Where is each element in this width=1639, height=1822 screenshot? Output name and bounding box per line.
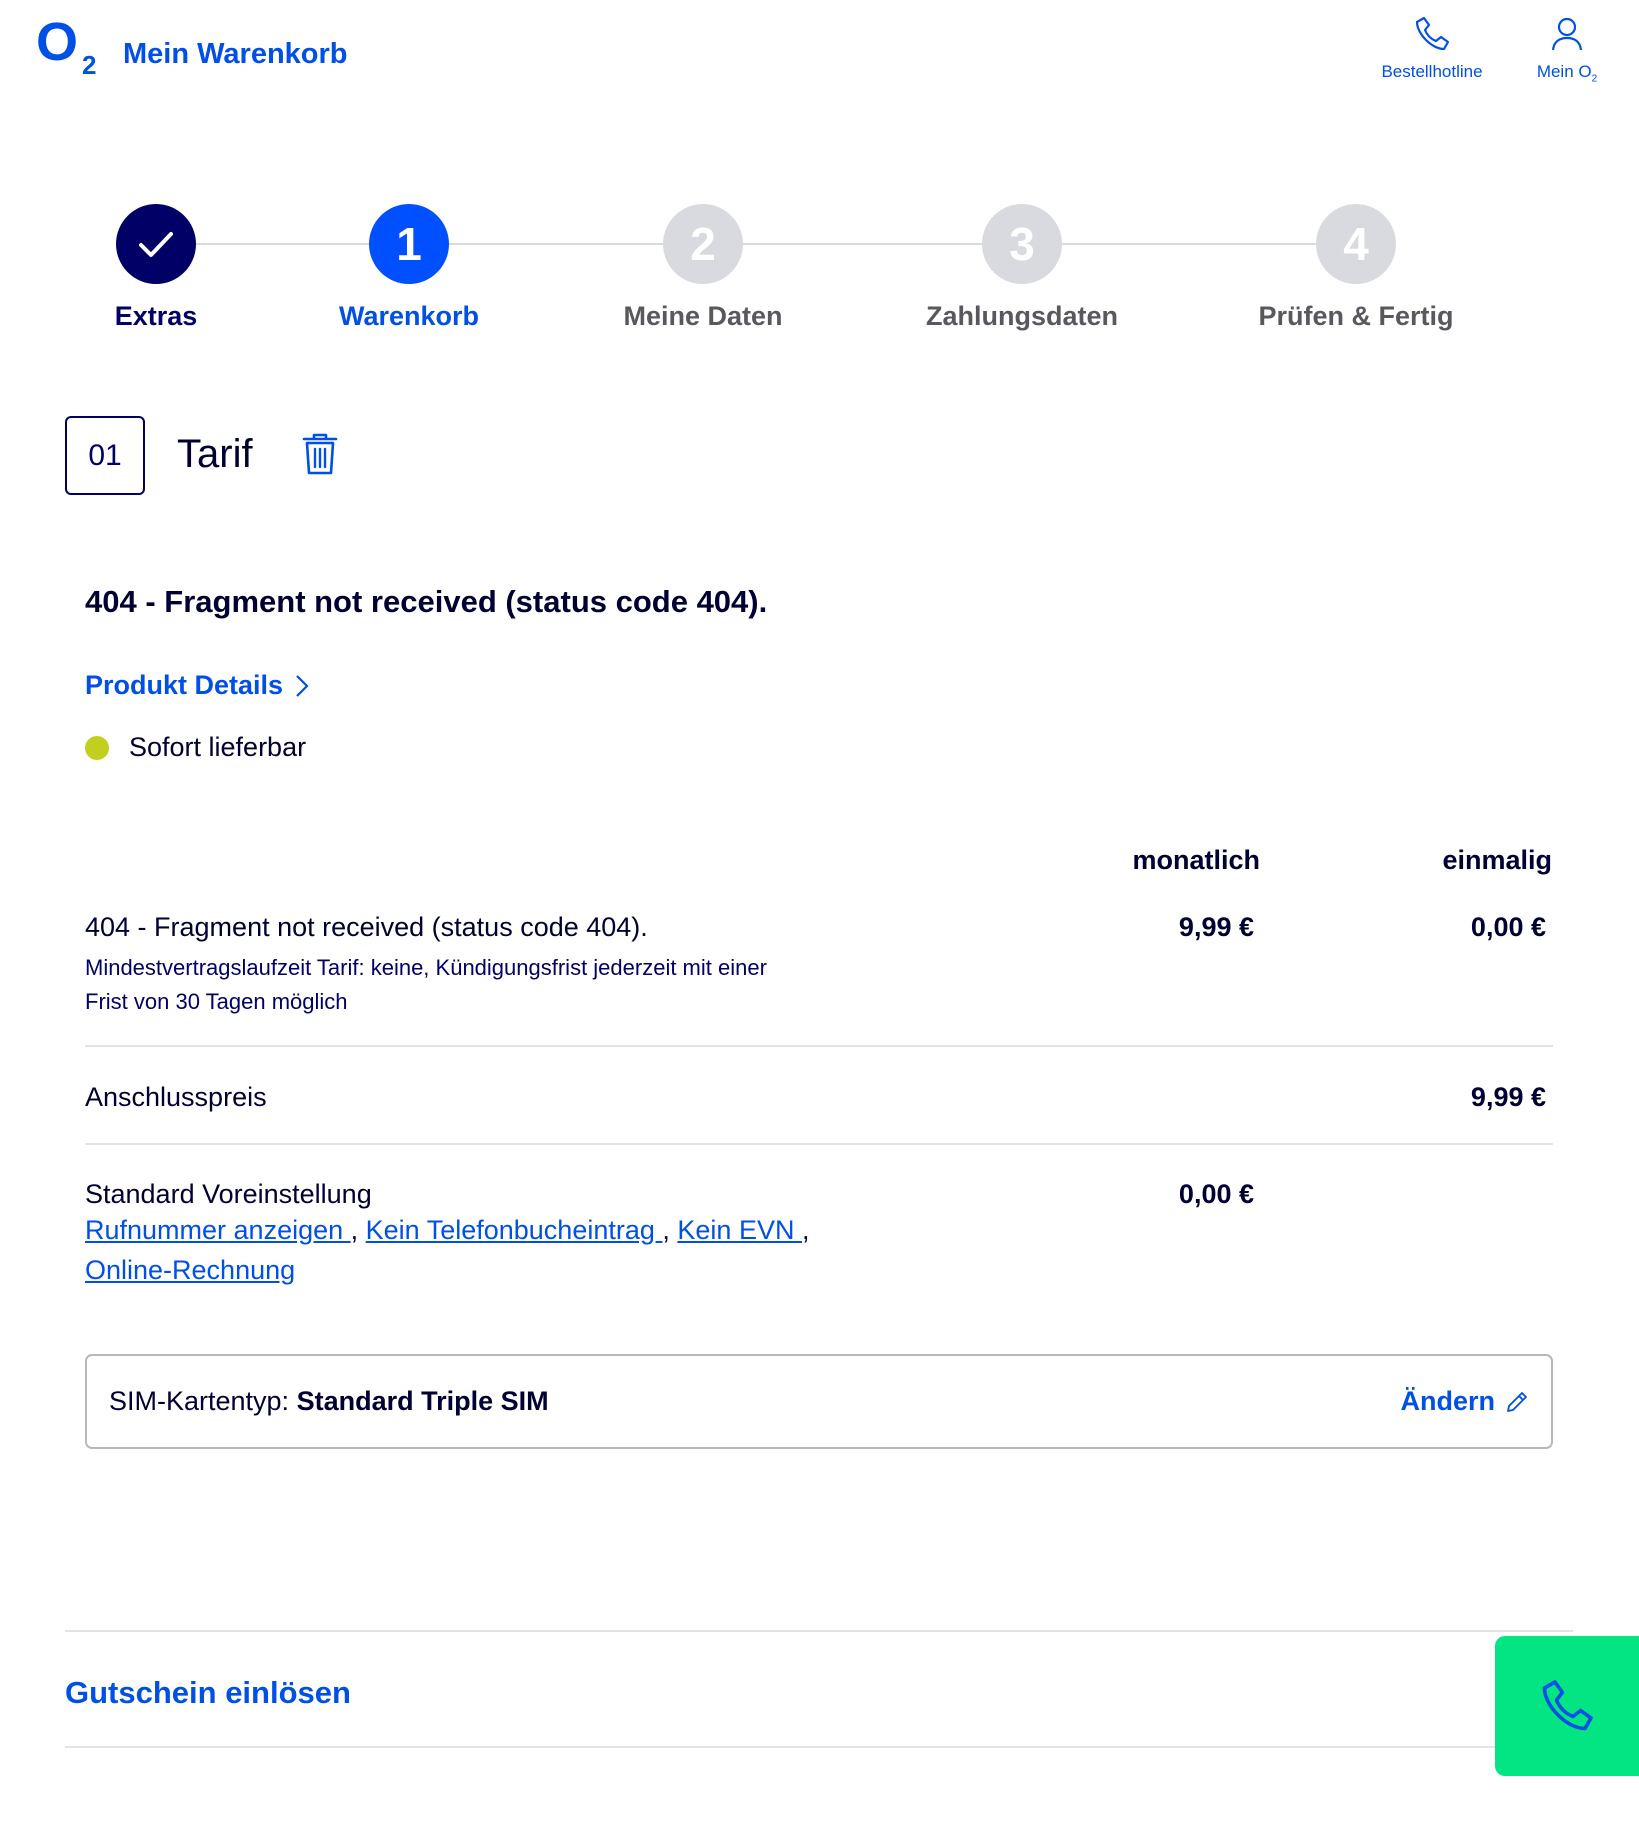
- defaults-title: Standard Voreinstellung: [85, 1179, 372, 1209]
- tariff-name: 404 - Fragment not received (status code…: [85, 912, 648, 942]
- checkmark-icon: [139, 232, 173, 257]
- logo-sub: 2: [82, 50, 96, 78]
- availability-status: Sofort lieferbar: [85, 732, 306, 763]
- product-title: 404 - Fragment not received (status code…: [85, 584, 768, 619]
- link-online-rechnung[interactable]: Online-Rechnung: [85, 1255, 295, 1285]
- step-label: Zahlungsdaten: [925, 301, 1118, 331]
- link-rufnummer-anzeigen[interactable]: Rufnummer anzeigen: [85, 1215, 351, 1245]
- trash-icon[interactable]: [302, 433, 338, 480]
- account-button[interactable]: Mein O2: [1525, 14, 1609, 84]
- user-icon: [1551, 17, 1583, 51]
- step-number: 2: [663, 204, 743, 284]
- section-title: Tarif: [177, 432, 253, 476]
- step-number: 4: [1316, 204, 1396, 284]
- availability-dot: [85, 735, 109, 760]
- hotline-label: Bestellhotline: [1381, 62, 1483, 81]
- divider: [85, 1143, 1553, 1145]
- voucher-toggle[interactable]: Gutschein einlösen: [65, 1675, 351, 1711]
- product-details-link[interactable]: Produkt Details: [85, 670, 309, 701]
- connection-fee-price: 9,99 €: [1470, 1082, 1546, 1112]
- sim-change-button[interactable]: Ändern: [1401, 1386, 1530, 1417]
- step-label: Prüfen & Fertig: [1258, 301, 1454, 331]
- page-title: Mein Warenkorb: [123, 38, 348, 70]
- column-once: einmalig: [1442, 845, 1552, 875]
- sim-label: SIM-Kartentyp:: [109, 1386, 290, 1416]
- divider: [65, 1746, 1573, 1748]
- call-button[interactable]: [1495, 1636, 1639, 1776]
- link-kein-telefonbucheintrag[interactable]: Kein Telefonbucheintrag: [366, 1215, 663, 1245]
- sim-value: Standard Triple SIM: [296, 1386, 549, 1416]
- product-details-label: Produkt Details: [85, 670, 284, 700]
- account-label: Mein O: [1536, 62, 1592, 81]
- defaults-links: Rufnummer anzeigen , Kein Telefonbuchein…: [85, 1215, 810, 1285]
- divider: [85, 1045, 1553, 1047]
- defaults-row: Standard Voreinstellung Rufnummer anzeig…: [85, 1179, 845, 1290]
- step-number: 1: [369, 204, 449, 284]
- section-index: 01: [65, 416, 145, 495]
- step-pruefen-fertig: 4 Prüfen & Fertig: [1236, 204, 1476, 332]
- phone-icon: [1542, 1680, 1593, 1731]
- phone-icon: [1415, 16, 1450, 51]
- step-label: Warenkorb: [338, 301, 480, 331]
- sim-card-type: SIM-Kartentyp: Standard Triple SIM: [109, 1386, 549, 1417]
- tariff-row: 404 - Fragment not received (status code…: [85, 912, 805, 1019]
- account-label-sub: 2: [1591, 73, 1598, 85]
- connection-fee-label: Anschlusspreis: [85, 1082, 267, 1112]
- step-warenkorb[interactable]: 1 Warenkorb: [289, 204, 529, 332]
- column-monthly: monatlich: [1132, 845, 1260, 875]
- o2-logo[interactable]: O 2: [36, 12, 106, 80]
- divider: [65, 1630, 1573, 1632]
- logo-letter: O: [36, 14, 78, 72]
- tariff-price-monthly: 9,99 €: [1178, 912, 1254, 942]
- step-label: Meine Daten: [623, 301, 783, 331]
- step-number: 3: [982, 204, 1062, 284]
- step-zahlungsdaten: 3 Zahlungsdaten: [902, 204, 1142, 332]
- step-label: Extras: [114, 301, 198, 331]
- sim-card-type-box: SIM-Kartentyp: Standard Triple SIM Änder…: [85, 1354, 1553, 1449]
- defaults-price-monthly: 0,00 €: [1178, 1179, 1254, 1209]
- tariff-note: Mindestvertragslaufzeit Tarif: keine, Kü…: [85, 955, 767, 1014]
- pencil-icon: [1507, 1391, 1527, 1412]
- order-hotline-button[interactable]: Bestellhotline: [1370, 14, 1494, 82]
- step-done-marker: [116, 204, 196, 284]
- link-kein-evn[interactable]: Kein EVN: [677, 1215, 802, 1245]
- step-meine-daten: 2 Meine Daten: [583, 204, 823, 332]
- tariff-price-once: 0,00 €: [1470, 912, 1546, 942]
- availability-text: Sofort lieferbar: [129, 732, 307, 762]
- step-extras[interactable]: Extras: [36, 204, 276, 332]
- chevron-right-icon: [296, 674, 309, 697]
- sim-change-label: Ändern: [1400, 1386, 1496, 1416]
